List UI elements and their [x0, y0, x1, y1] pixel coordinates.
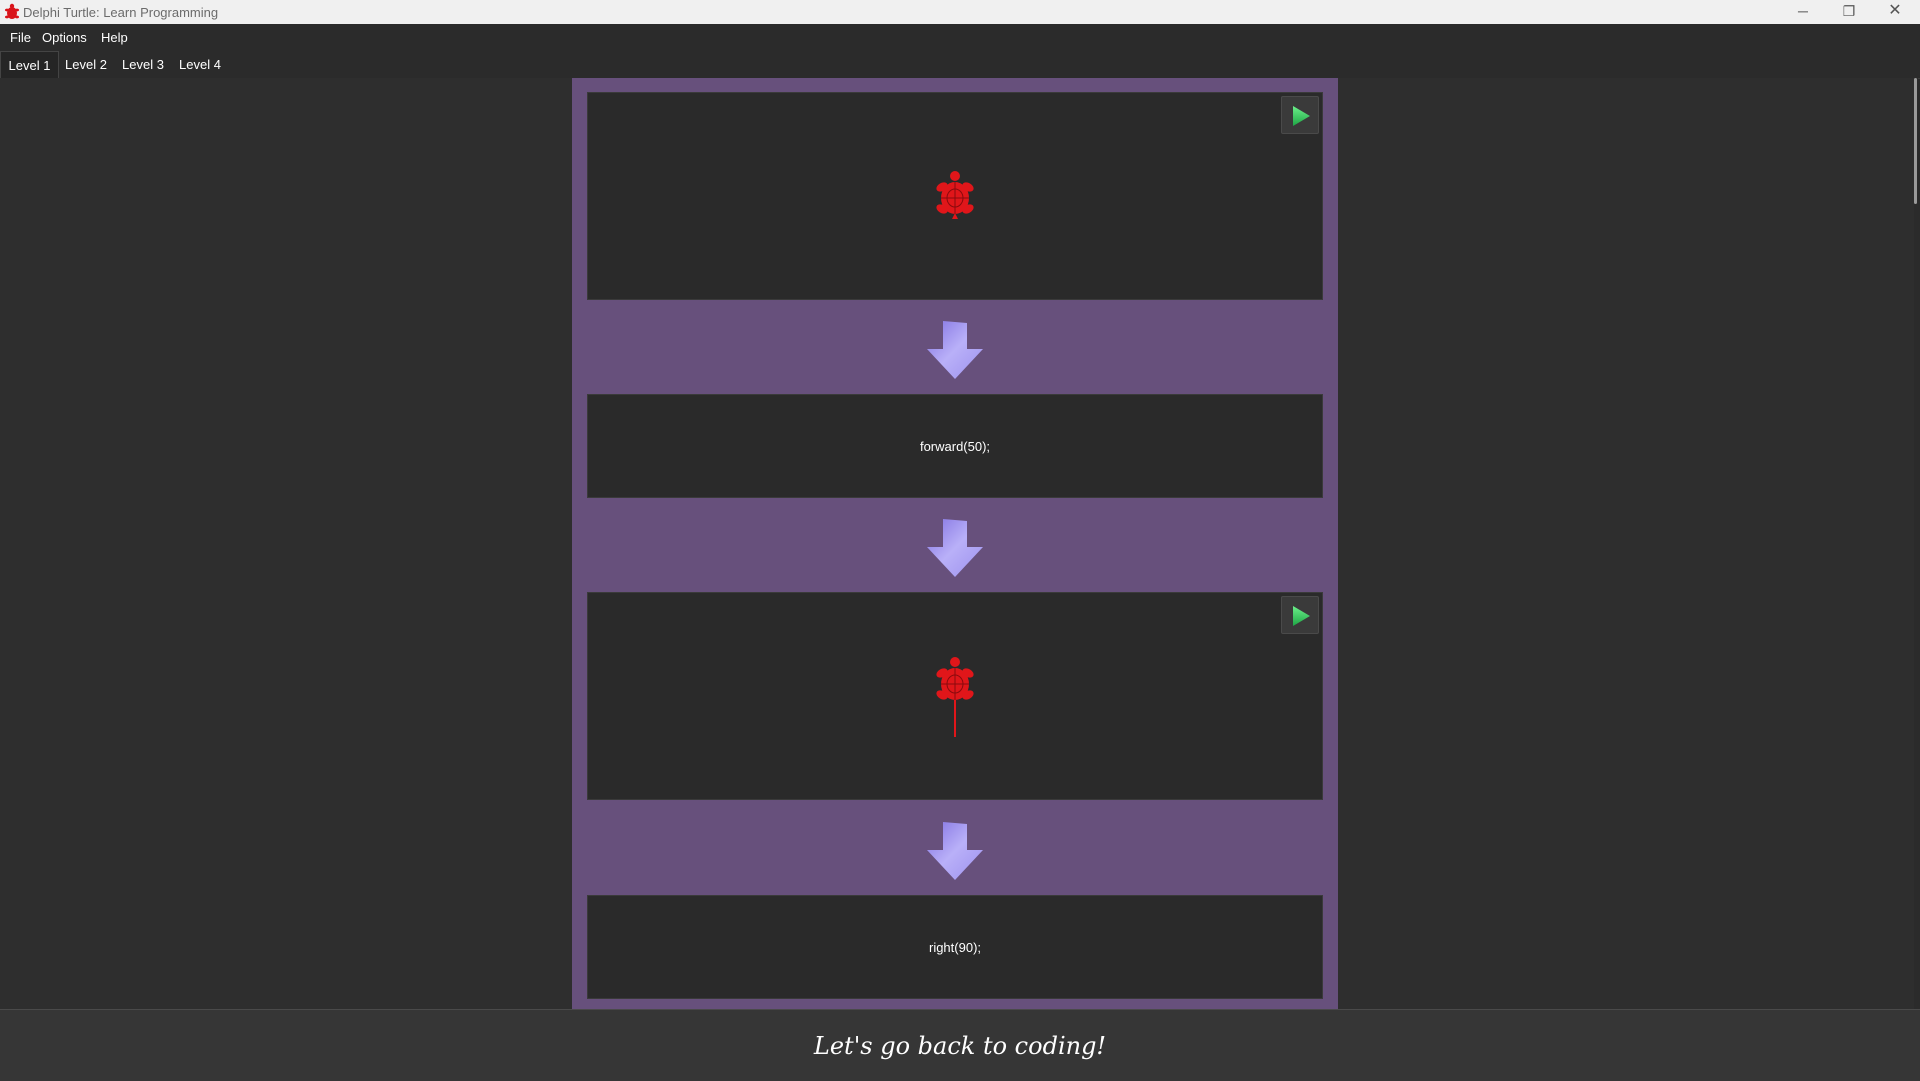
flow-arrow-icon	[927, 519, 983, 577]
play-button[interactable]	[1281, 596, 1319, 634]
scrollbar-thumb[interactable]	[1914, 78, 1917, 204]
play-icon	[1293, 106, 1310, 126]
level-tabs: Level 1 Level 2 Level 3 Level 4	[0, 51, 1920, 79]
turtle-app-icon	[5, 3, 19, 19]
footer-bar: Let's go back to coding!	[0, 1009, 1920, 1081]
flow-arrow-icon	[927, 321, 983, 379]
code-block-right[interactable]: right(90);	[587, 895, 1323, 999]
tab-level-1[interactable]: Level 1	[0, 51, 59, 79]
play-icon	[1293, 606, 1310, 626]
tab-level-3[interactable]: Level 3	[117, 51, 169, 78]
footer-message: Let's go back to coding!	[813, 1032, 1107, 1060]
turtle-icon	[936, 657, 974, 737]
minimize-button[interactable]: ─	[1780, 0, 1826, 24]
vertical-scrollbar[interactable]	[1914, 78, 1918, 1009]
turtle-icon	[936, 171, 974, 219]
flow-arrow-icon	[927, 822, 983, 880]
program-column: forward(50); right(90);	[572, 78, 1338, 1009]
menu-help[interactable]: Help	[101, 30, 128, 45]
tab-level-4[interactable]: Level 4	[174, 51, 226, 78]
code-block-forward[interactable]: forward(50);	[587, 394, 1323, 498]
window-title: Delphi Turtle: Learn Programming	[23, 5, 219, 20]
menu-bar: File Options Help	[0, 24, 1920, 51]
turtle-canvas-after-forward	[587, 592, 1323, 800]
play-button[interactable]	[1281, 96, 1319, 134]
turtle-canvas-initial	[587, 92, 1323, 300]
code-statement: forward(50);	[919, 438, 991, 454]
title-bar: Delphi Turtle: Learn Programming ─ ❐ ✕	[0, 0, 1920, 24]
close-button[interactable]: ✕	[1872, 0, 1918, 24]
maximize-button[interactable]: ❐	[1826, 0, 1872, 24]
tab-level-2[interactable]: Level 2	[60, 51, 112, 78]
code-statement: right(90);	[928, 939, 982, 955]
menu-file[interactable]: File	[10, 30, 31, 45]
menu-options[interactable]: Options	[42, 30, 87, 45]
